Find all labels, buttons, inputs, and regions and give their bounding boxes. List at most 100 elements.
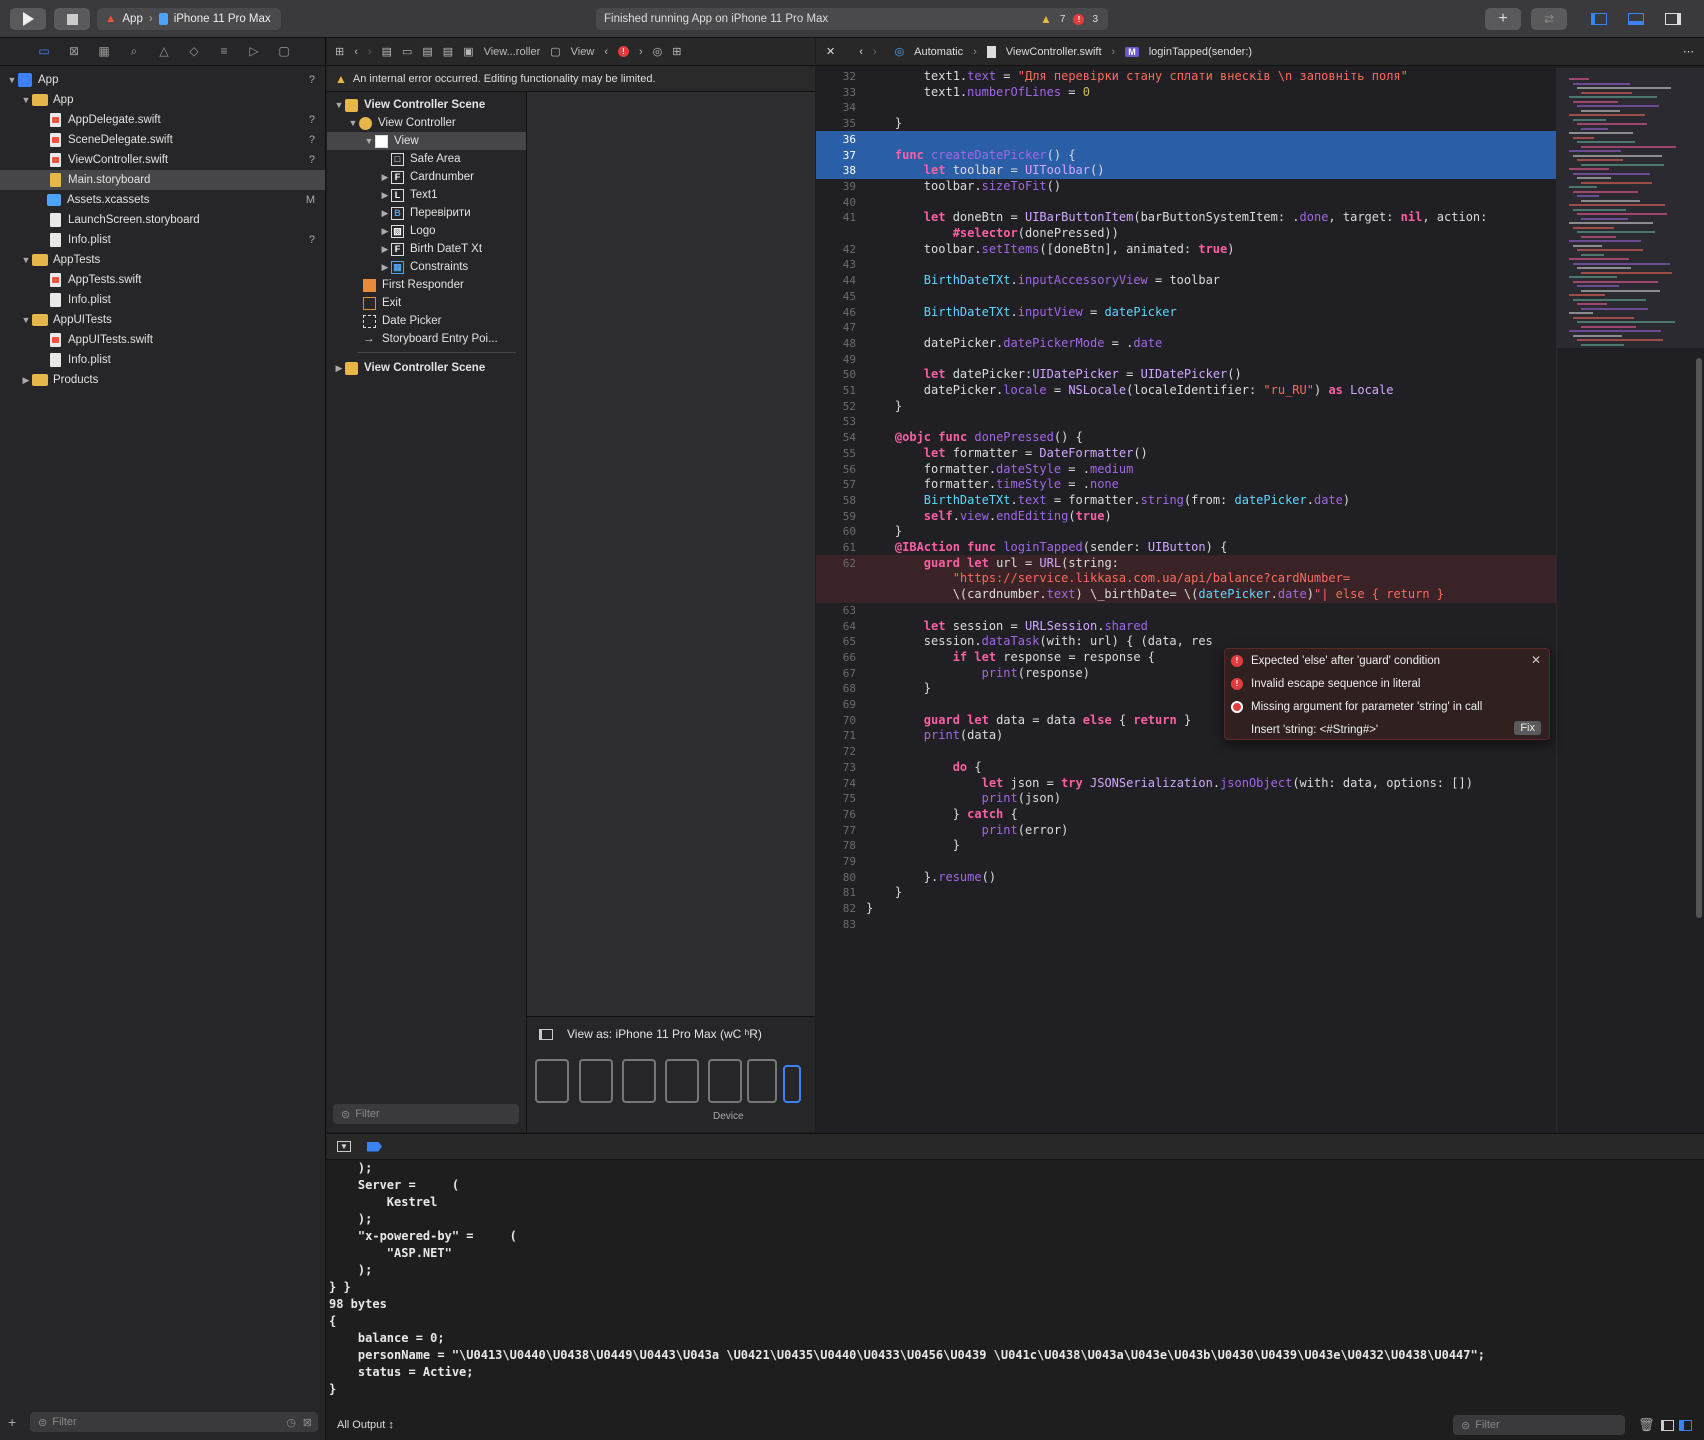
- line-number[interactable]: 75: [816, 790, 856, 807]
- code-line[interactable]: 38 let toolbar = UIToolbar(): [816, 162, 1556, 180]
- tree-item-group[interactable]: ▼ AppUITests: [0, 310, 325, 330]
- issue-back-icon[interactable]: ‹: [604, 46, 608, 58]
- tree-item-group[interactable]: ▼ AppTests: [0, 250, 325, 270]
- error-message[interactable]: Missing argument for parameter 'string' …: [1225, 695, 1549, 718]
- line-number[interactable]: 64: [816, 618, 856, 635]
- line-number[interactable]: 61: [816, 539, 856, 556]
- line-number[interactable]: 79: [816, 853, 856, 870]
- disclosure-icon[interactable]: ▶: [379, 262, 391, 273]
- disclosure-icon[interactable]: ▼: [20, 315, 32, 325]
- outline-item[interactable]: ▶ B Перевірити: [327, 204, 526, 222]
- tree-item-file[interactable]: LaunchScreen.storyboard: [0, 210, 325, 230]
- code-line[interactable]: 53: [816, 413, 1556, 430]
- outline-item[interactable]: □ Safe Area: [327, 150, 526, 168]
- fix-it-suggestion[interactable]: Insert 'string: <#String#>' Fix: [1225, 718, 1549, 741]
- tree-item-file[interactable]: SceneDelegate.swift ?: [0, 130, 325, 150]
- recent-files-icon[interactable]: ◷: [286, 1416, 296, 1429]
- line-number[interactable]: 36: [816, 131, 856, 148]
- editor-scrollbar[interactable]: [1696, 358, 1702, 918]
- forward-icon[interactable]: ›: [873, 46, 877, 58]
- outline-item[interactable]: ▶ F Birth DateT Xt: [327, 240, 526, 258]
- toggle-navigator-button[interactable]: [1583, 8, 1615, 30]
- line-number[interactable]: 33: [816, 84, 856, 101]
- line-number[interactable]: 37: [816, 147, 856, 164]
- code-line[interactable]: 81 }: [816, 884, 1556, 901]
- folder-icon[interactable]: ▭: [36, 44, 52, 60]
- adjust-editor-icon[interactable]: ◎: [653, 45, 663, 58]
- line-number[interactable]: 60: [816, 523, 856, 540]
- console-view-icon[interactable]: [1679, 1419, 1692, 1431]
- jump-item-automatic[interactable]: Automatic: [914, 46, 963, 58]
- code-line[interactable]: 78 }: [816, 837, 1556, 854]
- scene-icon[interactable]: ▣: [463, 45, 473, 58]
- error-message[interactable]: ! Invalid escape sequence in literal: [1225, 672, 1549, 695]
- line-number[interactable]: 80: [816, 869, 856, 886]
- code-line[interactable]: 63: [816, 602, 1556, 619]
- code-line[interactable]: 42 toolbar.setItems([doneBtn], animated:…: [816, 241, 1556, 258]
- outline-item[interactable]: ▶ ▦ Constraints: [327, 258, 526, 276]
- code-line[interactable]: 60 }: [816, 523, 1556, 540]
- outline-item[interactable]: ▼ View Controller Scene: [327, 96, 526, 114]
- code-line[interactable]: 56 formatter.dateStyle = .medium: [816, 461, 1556, 478]
- code-line[interactable]: 50 let datePicker:UIDatePicker = UIDateP…: [816, 366, 1556, 383]
- line-number[interactable]: 52: [816, 398, 856, 415]
- code-line[interactable]: 77 print(error): [816, 822, 1556, 839]
- outline-item[interactable]: First Responder: [327, 276, 526, 294]
- device-option[interactable]: [708, 1059, 742, 1103]
- outline-filter-field[interactable]: ⊜ Filter: [333, 1104, 519, 1124]
- disclosure-icon[interactable]: ▶: [379, 208, 391, 219]
- tree-item-file[interactable]: AppUITests.swift: [0, 330, 325, 350]
- code-line[interactable]: 73 do {: [816, 759, 1556, 776]
- line-number[interactable]: 50: [816, 366, 856, 383]
- code-line[interactable]: 59 self.view.endEditing(true): [816, 508, 1556, 525]
- code-review-button[interactable]: ⇄: [1531, 8, 1567, 30]
- code-line[interactable]: 61 @IBAction func loginTapped(sender: UI…: [816, 539, 1556, 556]
- minimap[interactable]: [1556, 68, 1704, 1132]
- line-number[interactable]: 81: [816, 884, 856, 901]
- line-number[interactable]: 68: [816, 680, 856, 697]
- tree-item-group[interactable]: ▶ Products: [0, 370, 325, 390]
- outline-item[interactable]: ▼ View Controller: [327, 114, 526, 132]
- file-icon[interactable]: ▤: [422, 45, 432, 58]
- tree-item-file[interactable]: Info.plist ?: [0, 230, 325, 250]
- outline-item-selected[interactable]: ▼ View: [327, 132, 526, 150]
- jump-item-controller[interactable]: View...roller: [484, 46, 541, 58]
- line-number[interactable]: 67: [816, 665, 856, 682]
- tree-item-file-selected[interactable]: Main.storyboard: [0, 170, 325, 190]
- code-line[interactable]: 37 func createDatePicker() {: [816, 146, 1556, 164]
- device-option[interactable]: [535, 1059, 569, 1103]
- line-number[interactable]: 35: [816, 115, 856, 132]
- line-number[interactable]: 44: [816, 272, 856, 289]
- library-button[interactable]: +: [1485, 8, 1521, 30]
- line-number[interactable]: 38: [816, 162, 856, 179]
- outline-toggle-icon[interactable]: [539, 1029, 553, 1040]
- line-number[interactable]: 63: [816, 602, 856, 619]
- console-output[interactable]: ); Server = ( Kestrel ); "x-powered-by" …: [329, 1160, 1699, 1410]
- breakpoints-toggle-icon[interactable]: [367, 1141, 382, 1152]
- line-number[interactable]: 54: [816, 429, 856, 446]
- outline-item[interactable]: ▶ L Text1: [327, 186, 526, 204]
- tree-item-file[interactable]: AppDelegate.swift ?: [0, 110, 325, 130]
- line-number[interactable]: 45: [816, 288, 856, 305]
- outline-item[interactable]: ▶ View Controller Scene: [327, 359, 526, 377]
- close-icon[interactable]: ✕: [826, 45, 835, 58]
- line-number[interactable]: 56: [816, 461, 856, 478]
- line-number[interactable]: 66: [816, 649, 856, 666]
- line-number[interactable]: 47: [816, 319, 856, 336]
- tree-item-file[interactable]: Assets.xcassets M: [0, 190, 325, 210]
- trash-icon[interactable]: 🗑: [1638, 1417, 1655, 1433]
- code-line[interactable]: 64 let session = URLSession.shared: [816, 618, 1556, 635]
- code-line[interactable]: 82}: [816, 900, 1556, 917]
- disclosure-icon[interactable]: ▼: [20, 255, 32, 265]
- line-number[interactable]: 42: [816, 241, 856, 258]
- breakpoint-icon[interactable]: ▷: [246, 44, 262, 60]
- line-number[interactable]: 55: [816, 445, 856, 462]
- code-line[interactable]: 80 }.resume(): [816, 869, 1556, 886]
- device-option[interactable]: [747, 1059, 777, 1103]
- jump-item-file[interactable]: ViewController.swift: [1006, 46, 1102, 58]
- outline-item[interactable]: Date Picker: [327, 312, 526, 330]
- disclosure-icon[interactable]: ▶: [20, 375, 32, 386]
- storyboard-canvas[interactable]: [527, 92, 815, 1016]
- line-number[interactable]: 32: [816, 68, 856, 85]
- disclosure-icon[interactable]: ▼: [20, 95, 32, 105]
